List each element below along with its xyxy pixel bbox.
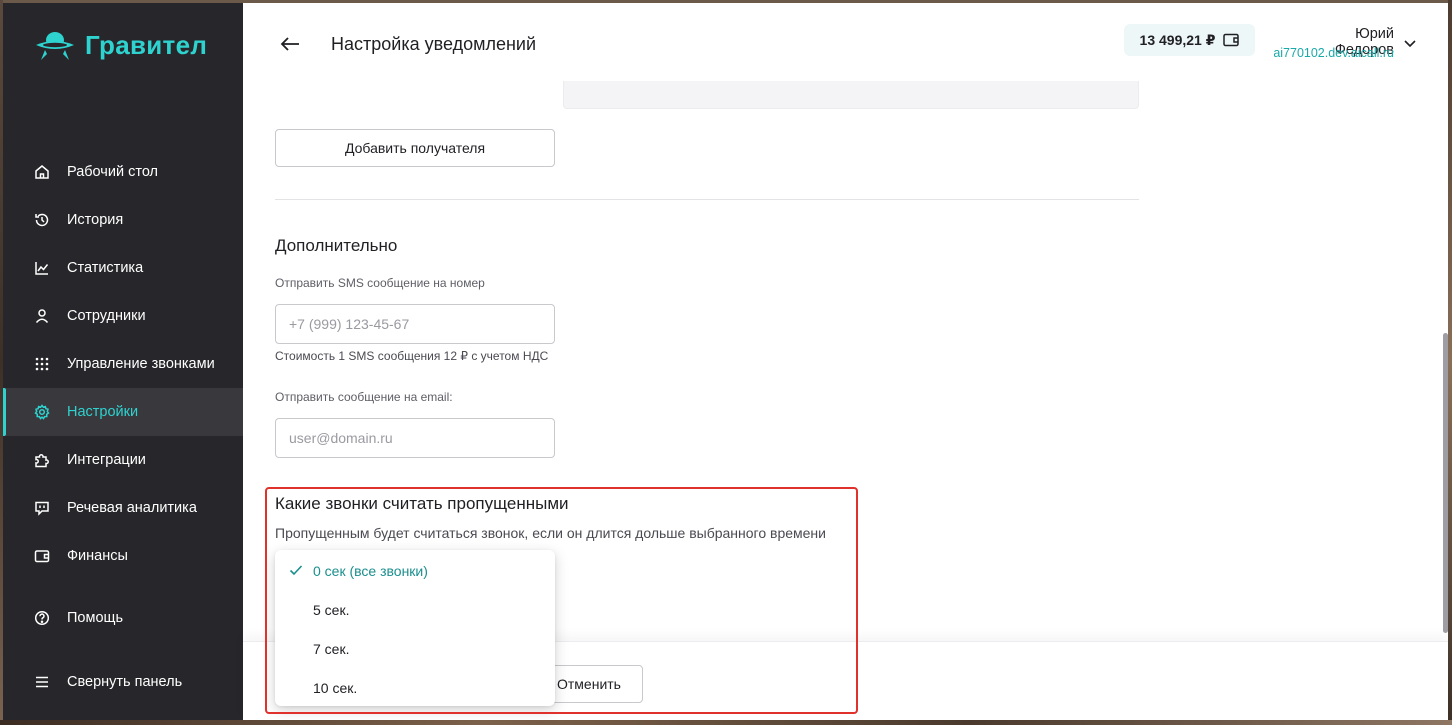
sidebar-item-label: Рабочий стол	[67, 164, 159, 180]
dropdown-option[interactable]: 10 сек.	[275, 668, 555, 707]
missed-duration-dropdown[interactable]: 0 сек (все звонки) 5 сек. 7 сек. 10 сек.	[275, 550, 555, 706]
sidebar-item-settings[interactable]: Настройки	[3, 388, 243, 436]
sidebar-item-call-management[interactable]: Управление звонками	[3, 340, 243, 388]
sidebar-item-label: Сотрудники	[67, 308, 146, 324]
history-icon	[34, 212, 50, 228]
wallet-icon	[34, 548, 50, 564]
sidebar-item-label: Помощь	[67, 610, 124, 626]
email-input[interactable]	[275, 418, 555, 458]
arrow-left-icon	[280, 37, 299, 51]
user-domain[interactable]: ai770102.dev.aicall.ru	[1273, 46, 1394, 60]
sidebar-item-label: История	[67, 212, 124, 228]
brand-logo[interactable]: Гравител	[33, 27, 207, 63]
dropdown-option[interactable]: 7 сек.	[275, 629, 555, 668]
grid-icon	[34, 356, 50, 372]
email-label: Отправить сообщение на email:	[275, 390, 453, 404]
sidebar-item-label: Речевая аналитика	[67, 500, 197, 516]
sms-label: Отправить SMS сообщение на номер	[275, 276, 485, 290]
sidebar-item-history[interactable]: История	[3, 196, 243, 244]
question-icon	[34, 610, 50, 626]
brand-name: Гравител	[85, 29, 208, 60]
ufo-logo-icon	[36, 32, 74, 60]
sidebar-item-integrations[interactable]: Интеграции	[3, 436, 243, 484]
sidebar-item-label: Статистика	[67, 260, 144, 276]
balance-amount: 13 499,21 ₽	[1139, 31, 1216, 48]
main-content: Добавить получателя Дополнительно Отправ…	[243, 3, 1448, 720]
chevron-down-icon[interactable]	[1403, 38, 1417, 48]
wallet-icon	[1223, 33, 1240, 47]
sidebar-item-desktop[interactable]: Рабочий стол	[3, 148, 243, 196]
sidebar-item-label: Настройки	[67, 404, 139, 420]
sidebar-item-label: Свернуть панель	[67, 674, 183, 690]
section-divider	[275, 199, 1139, 200]
additional-section-title: Дополнительно	[275, 236, 398, 255]
chart-icon	[34, 260, 50, 276]
sidebar-item-statistics[interactable]: Статистика	[3, 244, 243, 292]
scrollbar-thumb[interactable]	[1443, 333, 1448, 633]
missed-calls-description: Пропущенным будет считаться звонок, если…	[275, 525, 826, 541]
missed-calls-title: Какие звонки считать пропущенными	[275, 494, 569, 513]
balance-badge[interactable]: 13 499,21 ₽	[1124, 24, 1255, 56]
sidebar: Гравител Рабочий стол История Статистика…	[3, 3, 243, 720]
dropdown-option[interactable]: 0 сек (все звонки)	[275, 551, 555, 590]
check-icon	[289, 565, 303, 576]
sms-phone-input[interactable]	[275, 304, 555, 344]
puzzle-icon	[34, 452, 50, 468]
topbar: Настройка уведомлений 13 499,21 ₽ Юрий Ф…	[243, 3, 1448, 81]
back-button[interactable]	[279, 33, 301, 55]
desktop-edge-right	[1448, 0, 1452, 725]
page-title: Настройка уведомлений	[331, 34, 537, 54]
recipients-panel	[563, 81, 1139, 109]
sidebar-item-employees[interactable]: Сотрудники	[3, 292, 243, 340]
chat-icon	[34, 500, 50, 516]
sms-cost-hint: Стоимость 1 SMS сообщения 12 ₽ с учетом …	[275, 349, 549, 363]
sidebar-item-label: Финансы	[67, 548, 128, 564]
sidebar-item-speech-analytics[interactable]: Речевая аналитика	[3, 484, 243, 532]
sidebar-item-finance[interactable]: Финансы	[3, 532, 243, 580]
gear-icon	[34, 404, 50, 420]
menu-icon	[34, 674, 50, 690]
desktop-edge-bottom	[0, 720, 1452, 725]
sidebar-collapse-button[interactable]: Свернуть панель	[3, 658, 243, 706]
sidebar-item-help[interactable]: Помощь	[3, 594, 243, 642]
dropdown-option[interactable]: 5 сек.	[275, 590, 555, 629]
user-icon	[34, 308, 50, 324]
sidebar-item-label: Управление звонками	[67, 356, 215, 372]
sidebar-item-label: Интеграции	[67, 452, 146, 468]
home-icon	[34, 164, 50, 180]
add-recipient-button[interactable]: Добавить получателя	[275, 129, 555, 167]
